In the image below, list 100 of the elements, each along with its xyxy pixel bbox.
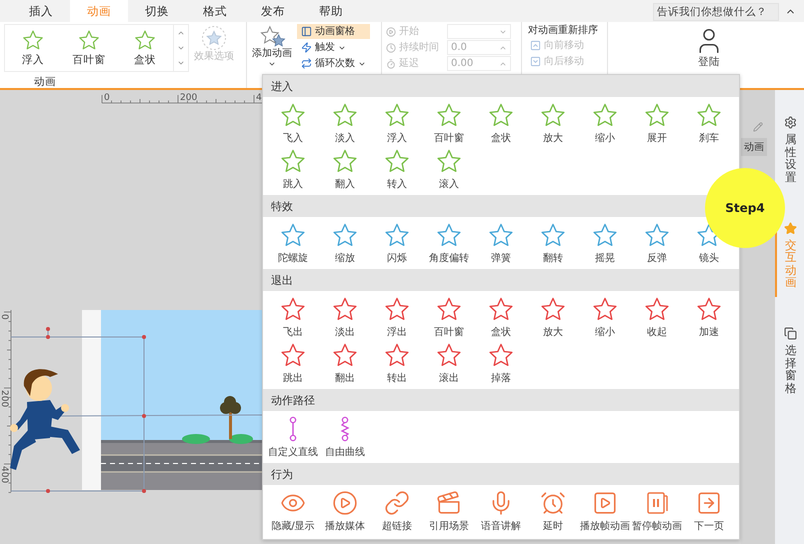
timing-label: 持续时间 <box>386 42 444 53</box>
effect-item[interactable]: 陀螺旋 <box>267 220 319 266</box>
login-button[interactable]: 登陆 <box>688 22 730 70</box>
settings-icon <box>784 116 797 129</box>
section-header: 退出 <box>263 269 739 291</box>
effect-item[interactable]: 播放媒体 <box>319 488 371 534</box>
tab[interactable]: 切换 <box>128 0 186 22</box>
effect-item[interactable]: 放大 <box>527 294 579 340</box>
section-header: 动作路径 <box>263 389 739 411</box>
effect-item[interactable]: 自定义直线 <box>267 414 319 460</box>
effect-item[interactable]: 飞入 <box>267 100 319 146</box>
effect-item[interactable]: 百叶窗 <box>423 100 475 146</box>
effect-item[interactable]: 翻出 <box>319 340 371 386</box>
effect-item[interactable]: 百叶窗 <box>423 294 475 340</box>
effect-item[interactable]: 掉落 <box>475 340 527 386</box>
effect-item[interactable]: 加速 <box>683 294 735 340</box>
timing-label: 延迟 <box>386 58 444 69</box>
effect-item[interactable]: 转入 <box>371 146 423 192</box>
effect-item[interactable]: 滚入 <box>423 146 475 192</box>
gallery-item[interactable]: 浮入 <box>5 25 61 71</box>
effect-item[interactable]: 下一页 <box>683 488 735 534</box>
reorder-title: 对动画重新排序 <box>527 24 598 37</box>
effect-item[interactable]: 浮出 <box>371 294 423 340</box>
effect-item[interactable]: 淡入 <box>319 100 371 146</box>
star-icon <box>78 29 100 51</box>
effect-item[interactable]: 翻转 <box>527 220 579 266</box>
sidebar-label: 选择窗格 <box>784 344 796 395</box>
star-icon <box>134 29 156 51</box>
tab[interactable]: 插入 <box>12 0 70 22</box>
effect-item[interactable]: 超链接 <box>371 488 423 534</box>
effect-item[interactable]: 放大 <box>527 100 579 146</box>
effect-item[interactable]: 缩小 <box>579 294 631 340</box>
sidebar-item[interactable]: 选择窗格 <box>775 319 804 403</box>
tab[interactable]: 格式 <box>186 0 244 22</box>
effect-item[interactable]: 浮入 <box>371 100 423 146</box>
effect-item[interactable]: 淡出 <box>319 294 371 340</box>
start-dropdown[interactable] <box>447 24 511 39</box>
sidebar-label: 属性设置 <box>784 133 796 184</box>
effect-item[interactable]: 缩小 <box>579 100 631 146</box>
timing-label: 开始 <box>386 26 444 37</box>
effect-item[interactable]: 转出 <box>371 340 423 386</box>
add-animation-button[interactable]: 添加动画 <box>251 24 293 68</box>
effect-options-icon <box>201 25 227 51</box>
gallery-item[interactable]: 百叶窗 <box>61 25 117 71</box>
effect-item[interactable]: 角度偏转 <box>423 220 475 266</box>
effect-item[interactable]: 跳入 <box>267 146 319 192</box>
effect-item[interactable]: 展开 <box>631 100 683 146</box>
ruler-label: 0 <box>0 314 9 320</box>
effect-item[interactable]: 暂停帧动画 <box>631 488 683 534</box>
search-field[interactable]: 告诉我们你想做什么？ <box>653 3 779 21</box>
effect-item[interactable]: 延时 <box>527 488 579 534</box>
timing-icon <box>386 42 396 52</box>
effect-item[interactable]: 反弹 <box>631 220 683 266</box>
ruler-label: 200 <box>0 390 9 408</box>
sidebar-label: 交互动画 <box>784 238 796 290</box>
effect-item[interactable]: 盒状 <box>475 100 527 146</box>
animation-tab[interactable]: 动画 <box>741 138 767 156</box>
ruler-label: 4 <box>256 93 262 103</box>
effect-item[interactable]: 盒状 <box>475 294 527 340</box>
effect-item[interactable]: 滚出 <box>423 340 475 386</box>
effect-item[interactable]: 飞出 <box>267 294 319 340</box>
effect-item[interactable]: 刹车 <box>683 100 735 146</box>
windows-icon <box>784 327 797 340</box>
timing-icon <box>386 58 396 68</box>
animation-pane-button[interactable]: 动画窗格 <box>297 24 370 39</box>
timing-icon <box>386 26 396 36</box>
effect-item[interactable]: 语音讲解 <box>475 488 527 534</box>
effect-item[interactable]: 引用场景 <box>423 488 475 534</box>
star-icon <box>22 29 44 51</box>
effect-item[interactable]: 收起 <box>631 294 683 340</box>
lightning-icon <box>301 42 312 53</box>
tab[interactable]: 帮助 <box>302 0 360 22</box>
add-star-icon <box>258 25 286 48</box>
effect-item[interactable]: 隐藏/显示 <box>267 488 319 534</box>
effect-item[interactable]: 自由曲线 <box>319 414 371 460</box>
effect-item[interactable]: 闪烁 <box>371 220 423 266</box>
ruler-label: 200 <box>180 93 198 103</box>
effect-item[interactable]: 跳出 <box>267 340 319 386</box>
gallery-item[interactable]: 盒状 <box>117 25 173 71</box>
effect-item[interactable]: 缩放 <box>319 220 371 266</box>
ruler-label: 0 <box>104 93 110 103</box>
move-up-icon <box>530 40 541 51</box>
section-header: 进入 <box>263 75 739 97</box>
ruler-label: 400 <box>0 466 9 484</box>
edit-icon[interactable] <box>753 122 763 132</box>
effect-item[interactable]: 摇晃 <box>579 220 631 266</box>
step-label: Step4 <box>725 201 765 215</box>
move-down-icon <box>530 56 541 67</box>
pane-icon <box>301 26 312 37</box>
effect-item[interactable]: 播放帧动画 <box>579 488 631 534</box>
group-label: 动画 <box>34 75 56 89</box>
effect-item[interactable]: 弹簧 <box>475 220 527 266</box>
repeat-icon <box>301 58 312 69</box>
effect-item[interactable]: 翻入 <box>319 146 371 192</box>
star-icon <box>784 222 797 235</box>
sidebar-item[interactable]: 属性设置 <box>775 108 804 192</box>
trigger-button[interactable]: 触发 <box>297 40 370 55</box>
tab[interactable]: 发布 <box>244 0 302 22</box>
section-header: 行为 <box>263 463 739 485</box>
loop-count-button[interactable]: 循环次数 <box>297 56 370 71</box>
